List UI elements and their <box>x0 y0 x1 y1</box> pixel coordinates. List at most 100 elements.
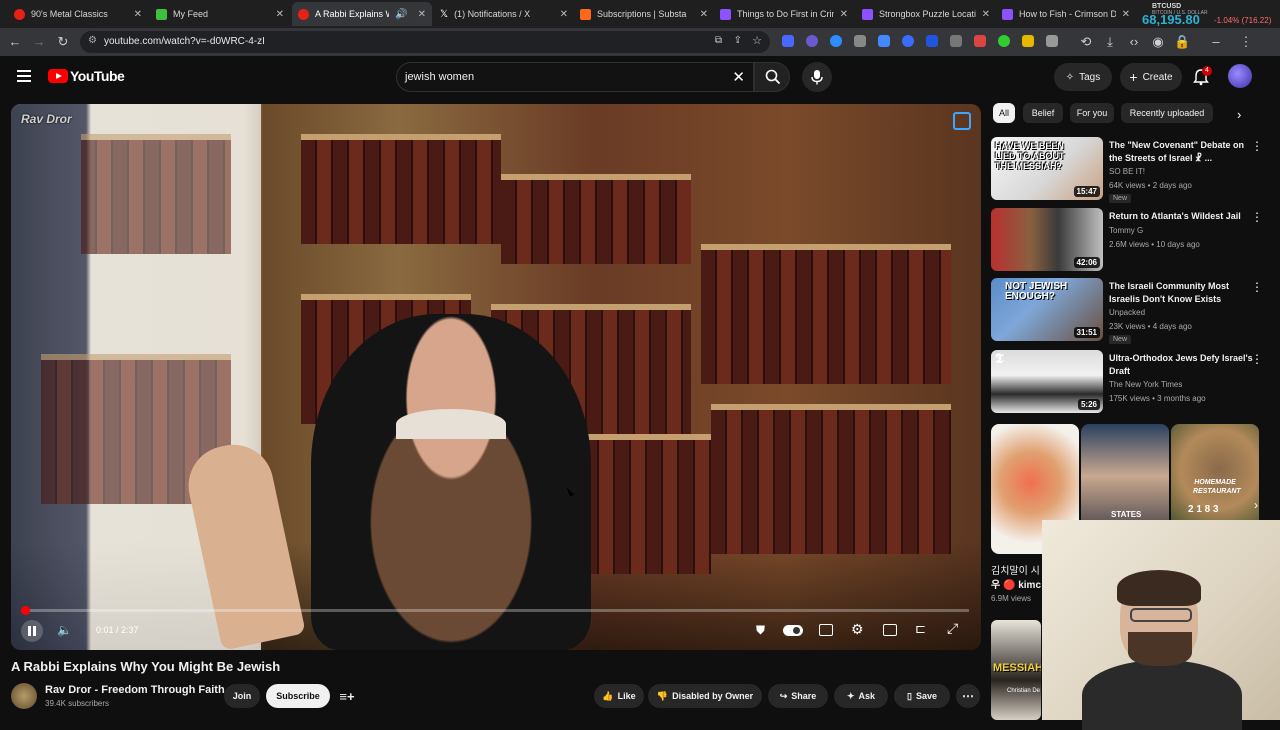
captions-icon[interactable] <box>819 624 833 636</box>
close-tab-icon[interactable]: ✕ <box>700 9 708 20</box>
close-tab-icon[interactable]: ✕ <box>418 9 426 20</box>
lock-icon[interactable]: 🔒 <box>1174 34 1190 50</box>
video-thumbnail[interactable]: 42:06 <box>991 208 1103 271</box>
speaker-icon[interactable]: 🔊 <box>395 9 407 20</box>
clear-search-icon[interactable]: ✕ <box>732 68 745 86</box>
extension-icon[interactable] <box>950 35 962 47</box>
extension-icon[interactable] <box>878 35 890 47</box>
scrubber-handle[interactable] <box>21 606 30 615</box>
close-tab-icon[interactable]: ✕ <box>276 9 284 20</box>
like-button[interactable]: 👍 Like <box>594 684 644 708</box>
recommended-video[interactable]: 𝕿 5:26 Ultra-Orthodox Jews Defy Israel's… <box>991 350 1276 414</box>
close-tab-icon[interactable]: ✕ <box>982 9 990 20</box>
chip-all[interactable]: All <box>993 103 1015 123</box>
video-thumbnail[interactable]: 𝕿 5:26 <box>991 350 1103 413</box>
profile-icon[interactable]: ◉ <box>1150 34 1166 50</box>
video-player[interactable]: Rav Dror 🔈 0:01 / 2:37 ⛊ ⚙ ⊏ ⤢ <box>11 104 981 650</box>
extension-icon[interactable] <box>830 35 842 47</box>
volume-icon[interactable]: 🔈 <box>57 623 72 637</box>
chip-belief[interactable]: Belief <box>1023 103 1063 123</box>
video-thumbnail[interactable]: HAVE WE BEEN LIED TO ABOUT THE MESSIAH? … <box>991 137 1103 200</box>
create-button[interactable]: + Create <box>1120 63 1182 91</box>
close-tab-icon[interactable]: ✕ <box>1122 9 1130 20</box>
youtube-logo-text[interactable]: YouTube <box>70 68 125 84</box>
chip-for-you[interactable]: For you <box>1070 103 1114 123</box>
address-bar[interactable]: ⚙ youtube.com/watch?v=-d0WRC-4-zI ⧉ ⇪ ☆ <box>80 31 770 53</box>
share-page-icon[interactable]: ⇪ <box>734 35 742 46</box>
close-tab-icon[interactable]: ✕ <box>134 9 142 20</box>
browser-tab[interactable]: Strongbox Puzzle Locatio ✕ <box>856 2 996 26</box>
channel-avatar[interactable] <box>11 683 37 709</box>
extension-icon[interactable] <box>1022 35 1034 47</box>
search-button[interactable] <box>754 62 790 92</box>
sponsor-block-icon[interactable]: ⛊ <box>756 623 765 638</box>
pause-button[interactable] <box>21 620 43 642</box>
tags-button[interactable]: ✧ Tags <box>1054 63 1112 91</box>
subscribe-button[interactable]: Subscribe <box>266 684 330 708</box>
minimize-icon[interactable]: – <box>1208 34 1224 50</box>
progress-bar[interactable] <box>23 609 969 612</box>
channel-name[interactable]: Tommy G <box>1109 226 1143 235</box>
add-to-playlist-icon[interactable]: ≡+ <box>336 684 358 708</box>
browser-tab[interactable]: My Feed ✕ <box>150 2 290 26</box>
video-thumbnail[interactable]: NOT JEWISH ENOUGH? 31:51 <box>991 278 1103 341</box>
site-info-icon[interactable]: ⚙ <box>88 35 97 46</box>
close-tab-icon[interactable]: ✕ <box>840 9 848 20</box>
account-avatar[interactable] <box>1228 64 1252 88</box>
menu-dots-icon[interactable]: ⋮ <box>1238 34 1254 50</box>
chip-recently-uploaded[interactable]: Recently uploaded <box>1121 103 1213 123</box>
short-title[interactable]: 우 🔴 kimc <box>991 576 1041 591</box>
more-actions-icon[interactable]: ⋯ <box>956 684 980 708</box>
miniplayer-icon[interactable] <box>883 624 897 636</box>
recommended-video[interactable]: 42:06 Return to Atlanta's Wildest Jail T… <box>991 208 1276 272</box>
extension-icon[interactable] <box>782 35 794 47</box>
join-button[interactable]: Join <box>224 684 260 708</box>
downloads-icon[interactable]: ⤓ <box>1102 34 1118 50</box>
more-options-icon[interactable]: ⋮ <box>1251 280 1263 294</box>
browser-tab[interactable]: Things to Do First in Crim ✕ <box>714 2 854 26</box>
close-tab-icon[interactable]: ✕ <box>560 9 568 20</box>
channel-name[interactable]: Unpacked <box>1109 308 1145 317</box>
browser-tab[interactable]: How to Fish - Crimson De ✕ <box>996 2 1136 26</box>
bookmark-star-icon[interactable]: ☆ <box>752 34 762 47</box>
settings-gear-icon[interactable]: ⚙ <box>851 621 864 638</box>
extension-icon[interactable] <box>902 35 914 47</box>
recommended-video[interactable]: NOT JEWISH ENOUGH? 31:51 The Israeli Com… <box>991 278 1276 344</box>
extension-icon[interactable] <box>974 35 986 47</box>
expand-icon[interactable] <box>953 112 971 130</box>
extensions-puzzle-icon[interactable] <box>1046 35 1058 47</box>
browser-tab[interactable]: Subscriptions | Substa ✕ <box>574 2 714 26</box>
browser-tab[interactable]: 𝕏 (1) Notifications / X ✕ <box>434 2 574 26</box>
chevron-right-icon[interactable]: › <box>1237 107 1241 122</box>
voice-search-button[interactable] <box>802 62 832 92</box>
install-app-icon[interactable]: ⧉ <box>715 35 722 46</box>
autoplay-toggle[interactable] <box>783 625 803 636</box>
back-icon[interactable]: ← <box>7 34 23 50</box>
reload-icon[interactable]: ↻ <box>55 34 71 50</box>
extension-icon[interactable] <box>806 35 818 47</box>
video-thumbnail[interactable]: MESSIAH Christian De <box>991 620 1041 720</box>
ask-button[interactable]: ✦ Ask <box>834 684 888 708</box>
fullscreen-icon[interactable]: ⤢ <box>947 620 958 637</box>
extension-icon[interactable] <box>926 35 938 47</box>
more-options-icon[interactable]: ⋮ <box>1251 352 1263 366</box>
more-options-icon[interactable]: ⋮ <box>1251 139 1263 153</box>
browser-tab-active[interactable]: A Rabbi Explains Why 🔊 ✕ <box>292 2 432 26</box>
channel-name[interactable]: The New York Times <box>1109 380 1182 389</box>
short-title[interactable]: 김치말이 시 <box>991 562 1040 577</box>
browser-tab[interactable]: 90's Metal Classics ✕ <box>8 2 148 26</box>
extension-icon[interactable] <box>854 35 866 47</box>
cast-icon[interactable]: ⊏ <box>915 621 926 637</box>
forward-icon[interactable]: → <box>31 34 47 50</box>
extension-icon[interactable] <box>998 35 1010 47</box>
channel-name[interactable]: SO BE IT! <box>1109 167 1145 176</box>
btc-ticker-widget[interactable]: BTCUSD BITCOIN / U.S. DOLLAR 68,195.80 -… <box>1138 3 1280 27</box>
youtube-logo-icon[interactable] <box>48 69 68 83</box>
shorts-next-icon[interactable]: › <box>1254 498 1258 512</box>
more-options-icon[interactable]: ⋮ <box>1251 210 1263 224</box>
hamburger-menu-icon[interactable] <box>17 70 31 82</box>
search-input[interactable]: jewish women ✕ <box>396 62 754 92</box>
save-button[interactable]: ▯ Save <box>894 684 950 708</box>
history-icon[interactable]: ⟲ <box>1078 34 1094 50</box>
recommended-video[interactable]: HAVE WE BEEN LIED TO ABOUT THE MESSIAH? … <box>991 137 1276 203</box>
